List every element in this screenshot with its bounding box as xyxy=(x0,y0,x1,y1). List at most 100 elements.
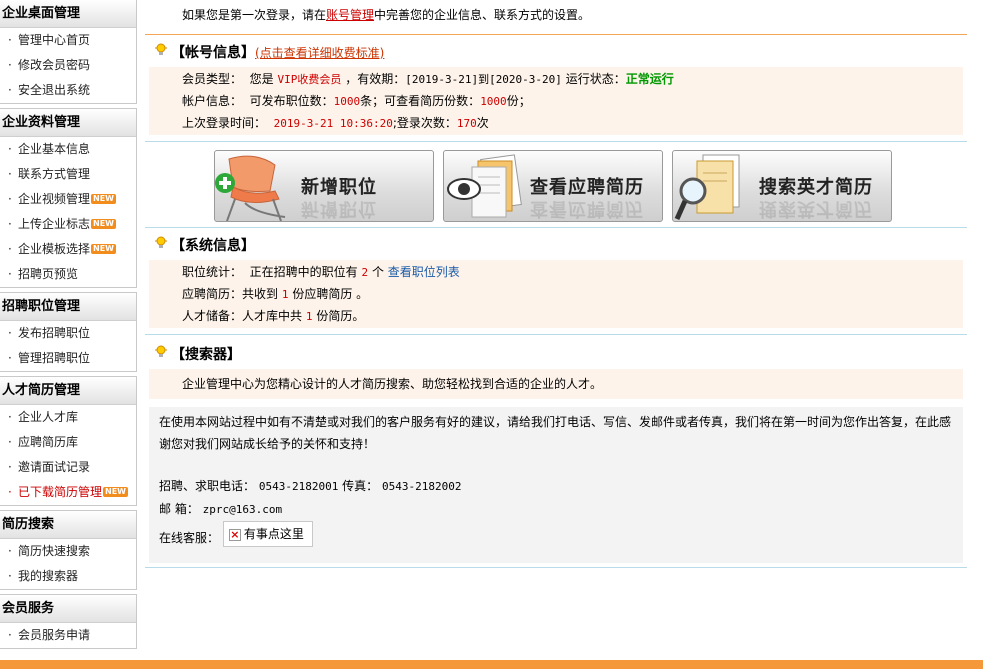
bullet-icon: · xyxy=(8,569,12,583)
sidebar-item[interactable]: · 邀请面试记录 xyxy=(0,455,136,480)
bullet-icon: · xyxy=(8,351,12,365)
member-type-label: 会员类型： xyxy=(182,72,243,86)
contact-message-line2: 谢您对我们网站成长给予的关怀和支持！ xyxy=(159,437,376,451)
magnifier-documents-icon xyxy=(674,154,740,221)
nav-group-title[interactable]: 招聘职位管理 xyxy=(0,293,136,321)
status-label: 运行状态： xyxy=(565,72,626,86)
lightbulb-icon xyxy=(155,232,171,260)
sidebar-item[interactable]: · 已下载简历管理 NEW xyxy=(0,480,136,505)
bullet-icon: · xyxy=(8,142,12,156)
bullet-icon: · xyxy=(8,485,12,499)
sidebar-item-label: 企业基本信息 xyxy=(18,142,91,156)
search-talent-button[interactable]: 搜索英才简历 搜索英才简历 xyxy=(672,150,892,222)
nav-group-title[interactable]: 人才简历管理 xyxy=(0,377,136,405)
account-manage-link[interactable]: 账号管理 xyxy=(326,8,374,22)
quick-action-bar: 新增职位 新增职位 查看应聘简历 查看应聘简历 搜索英才简历 搜索英才简历 xyxy=(145,142,967,228)
lightbulb-icon xyxy=(155,39,171,67)
sidebar-item[interactable]: · 发布招聘职位 xyxy=(0,321,136,346)
sidebar-item-label: 企业人才库 xyxy=(18,410,79,424)
nav-group: 企业资料管理 · 企业基本信息 · 联系方式管理 · 企业视频管理 NEW · 上传企业标志 NEW… xyxy=(0,108,137,288)
talent-stats-count: 1 xyxy=(305,310,313,323)
sidebar-item[interactable]: · 简历快速搜索 xyxy=(0,539,136,564)
application-stats-count: 1 xyxy=(281,288,289,301)
fax-value: 0543-2182002 xyxy=(382,480,462,493)
lightbulb-icon xyxy=(155,341,171,369)
nav-group: 人才简历管理 · 企业人才库 · 应聘简历库 · 邀请面试记录 · 已下载简历管理 NEW xyxy=(0,376,137,506)
sidebar-item[interactable]: · 修改会员密码 xyxy=(0,53,136,78)
online-chat-label: 有事点这里 xyxy=(243,527,304,541)
bullet-icon: · xyxy=(8,167,12,181)
account-info-body: 会员类型： 您是 VIP收费会员 ，有效期：[2019-3-21]到[2020-… xyxy=(149,67,963,135)
sidebar-item-label: 招聘页预览 xyxy=(18,267,79,281)
online-chat-button[interactable]: × 有事点这里 xyxy=(222,521,313,547)
new-badge: NEW xyxy=(91,219,116,229)
sidebar-item[interactable]: · 联系方式管理 xyxy=(0,162,136,187)
job-stats-label: 职位统计： xyxy=(182,265,243,279)
login-count-unit: 次 xyxy=(476,116,489,130)
sidebar-item[interactable]: · 我的搜索器 xyxy=(0,564,136,589)
search-title: 【搜索器】 xyxy=(171,347,241,363)
sidebar-item[interactable]: · 招聘页预览 xyxy=(0,262,136,287)
account-label: 帐户信息： xyxy=(182,94,243,108)
email-value: zprc@163.com xyxy=(202,503,283,516)
first-login-notice: 如果您是第一次登录，请在账号管理中完善您的企业信息、联系方式的设置。 xyxy=(145,0,967,35)
account-info-title: 【帐号信息】 xyxy=(171,45,255,61)
sidebar-item[interactable]: · 管理中心首页 xyxy=(0,28,136,53)
phone-row: 招聘、求职电话： 0543-2182001 传真： 0543-2182002 xyxy=(159,475,955,498)
bullet-icon: · xyxy=(8,435,12,449)
system-info-header: 【系统信息】 xyxy=(145,232,967,260)
sidebar-item-label: 应聘简历库 xyxy=(18,435,79,449)
talent-stats-prefix: 人才库中共 xyxy=(242,309,303,323)
view-applications-button[interactable]: 查看应聘简历 查看应聘简历 xyxy=(443,150,663,222)
jobs-quota-value: 1000 xyxy=(333,95,361,108)
sidebar-item[interactable]: · 安全退出系统 xyxy=(0,78,136,103)
status-value: 正常运行 xyxy=(625,72,674,86)
sidebar-item-label: 会员服务申请 xyxy=(18,628,91,642)
sidebar-item-label: 发布招聘职位 xyxy=(18,326,91,340)
sidebar-item[interactable]: · 企业人才库 xyxy=(0,405,136,430)
bullet-icon: · xyxy=(8,33,12,47)
broken-image-icon: × xyxy=(228,528,241,541)
sidebar-item[interactable]: · 管理招聘职位 xyxy=(0,346,136,371)
contact-support-box: 在使用本网站过程中如有不清楚或对我们的客户服务有好的建议，请给我们打电话、写信、… xyxy=(149,407,963,563)
search-header: 【搜索器】 xyxy=(145,341,967,369)
bullet-icon: · xyxy=(8,58,12,72)
job-stats-row: 职位统计： 正在招聘中的职位有 2 个 查看职位列表 xyxy=(182,261,963,283)
sidebar-item[interactable]: · 企业基本信息 xyxy=(0,137,136,162)
view-job-list-link[interactable]: 查看职位列表 xyxy=(388,265,460,279)
job-stats-prefix: 正在招聘中的职位有 xyxy=(249,265,358,279)
bullet-icon: · xyxy=(8,217,12,231)
add-job-button[interactable]: 新增职位 新增职位 xyxy=(214,150,434,222)
sidebar-item-label: 管理招聘职位 xyxy=(18,351,91,365)
email-row: 邮 箱： zprc@163.com xyxy=(159,498,955,521)
bullet-icon: · xyxy=(8,326,12,340)
job-stats-count: 2 xyxy=(361,266,369,279)
bullet-icon: · xyxy=(8,267,12,281)
search-talent-label: 搜索英才简历 xyxy=(759,177,873,198)
bottom-bar xyxy=(0,660,983,669)
sidebar-item[interactable]: · 上传企业标志 NEW xyxy=(0,212,136,237)
sidebar-item[interactable]: · 企业模板选择 NEW xyxy=(0,237,136,262)
bullet-icon: · xyxy=(8,192,12,206)
nav-group-title[interactable]: 简历搜索 xyxy=(0,511,136,539)
nav-group: 招聘职位管理 · 发布招聘职位 · 管理招聘职位 xyxy=(0,292,137,372)
view-applications-label: 查看应聘简历 xyxy=(530,177,644,198)
phone-label: 招聘、求职电话： xyxy=(159,479,256,493)
eye-documents-icon xyxy=(447,154,522,218)
last-login-row: 上次登录时间： 2019-3-21 10:36:20;登录次数：170次 xyxy=(182,112,963,134)
nav-group-title[interactable]: 会员服务 xyxy=(0,595,136,623)
talent-stats-unit: 份简历。 xyxy=(316,309,365,323)
bullet-icon: · xyxy=(8,83,12,97)
nav-group: 会员服务 · 会员服务申请 xyxy=(0,594,137,649)
sidebar-item[interactable]: · 会员服务申请 xyxy=(0,623,136,648)
account-info-section: 【帐号信息】(点击查看详细收费标准) 会员类型： 您是 VIP收费会员 ，有效期… xyxy=(145,35,967,142)
fee-detail-link[interactable]: (点击查看详细收费标准) xyxy=(255,46,384,60)
sidebar-item[interactable]: · 应聘简历库 xyxy=(0,430,136,455)
notice-suffix: 中完善您的企业信息、联系方式的设置。 xyxy=(374,8,591,22)
nav-group-title[interactable]: 企业桌面管理 xyxy=(0,0,136,28)
jobs-quota-unit: 条；可查看简历份数： xyxy=(360,94,481,108)
talent-stats-row: 人才储备：人才库中共 1 份简历。 xyxy=(182,305,963,327)
sidebar-item[interactable]: · 企业视频管理 NEW xyxy=(0,187,136,212)
add-job-reflection: 新增职位 xyxy=(301,198,377,219)
nav-group-title[interactable]: 企业资料管理 xyxy=(0,109,136,137)
